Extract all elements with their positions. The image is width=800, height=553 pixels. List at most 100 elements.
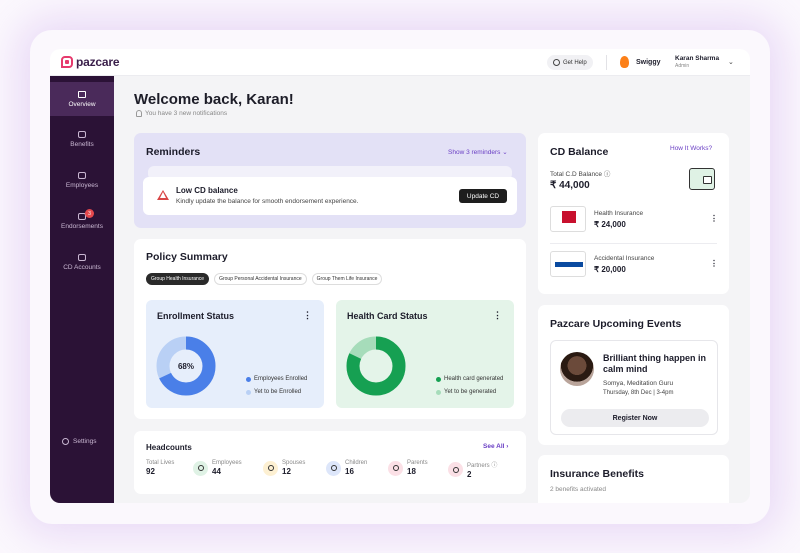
notifications-text: You have 3 new notifications [145, 110, 228, 117]
show-reminders-link[interactable]: Show 3 reminders ⌄ [448, 148, 508, 156]
headcount-value: 2 [467, 470, 472, 479]
app-window: pazcare Get Help Swiggy Karan Sharma Adm… [50, 49, 750, 503]
warning-icon [157, 190, 169, 200]
see-all-label: See All [483, 443, 505, 450]
sidebar-item-employees[interactable]: Employees [50, 163, 114, 197]
chip-group-personal-accidental[interactable]: Group Personal Accidental Insurance [214, 273, 307, 285]
chip-group-term-life[interactable]: Group Them Life Insurance [311, 273, 383, 285]
get-help-label: Get Help [563, 59, 587, 66]
headcount-total-lives: Total Lives 92 [146, 460, 174, 476]
sidebar-item-endorsements[interactable]: 3 Endorsements [50, 204, 114, 238]
chevron-right-icon: › [506, 443, 509, 450]
info-icon[interactable]: ⓘ [604, 171, 611, 178]
update-cd-button[interactable]: Update CD [459, 189, 507, 203]
page-title: Welcome back, Karan! [134, 91, 294, 108]
pazcare-logo-icon [61, 56, 73, 68]
cd-account-row: Accidental Insurance ₹ 20,000 ⋮ [550, 249, 718, 281]
event-time: Thursday, 8th Dec | 3-4pm [603, 390, 674, 396]
cd-balance-card: CD Balance How It Works? Total C.D Balan… [538, 133, 729, 294]
brand-name: pazcare [76, 55, 120, 69]
info-icon[interactable]: ⓘ [491, 463, 497, 469]
wallet-icon [689, 168, 715, 190]
see-all-link[interactable]: See All › [483, 443, 508, 450]
health-card-status-card: Health Card Status ⋮ Health card generat… [336, 300, 514, 408]
legend-dot [436, 389, 441, 395]
legend-dot [246, 376, 251, 382]
sidebar-item-benefits[interactable]: Benefits [50, 122, 114, 156]
users-icon [78, 171, 86, 179]
pazcare-logo[interactable]: pazcare [61, 55, 119, 69]
more-options-icon[interactable]: ⋮ [303, 310, 312, 321]
legend-label: Employees Enrolled [254, 376, 308, 382]
upcoming-events-card: Pazcare Upcoming Events Brilliant thing … [538, 305, 729, 445]
sidebar-item-overview[interactable]: Overview [50, 82, 114, 116]
aditya-birla-logo [550, 206, 586, 232]
register-now-button[interactable]: Register Now [561, 409, 709, 427]
gear-icon [62, 438, 69, 445]
user-menu[interactable]: Karan Sharma Admin [675, 55, 719, 69]
legend-dot [246, 389, 251, 395]
bell-icon [136, 110, 142, 117]
headcount-label: Parents [407, 460, 428, 466]
headcount-label: Partners ⓘ [467, 463, 498, 469]
company-switcher[interactable]: Swiggy [620, 56, 661, 68]
more-options-icon[interactable]: ⋮ [710, 214, 718, 223]
cd-account-amount: ₹ 24,000 [594, 220, 626, 229]
chat-icon [553, 59, 560, 66]
enrollment-status-card: Enrollment Status ⋮ 68% Employees Enroll… [146, 300, 324, 408]
legend-pending: Yet to be Enrolled [246, 389, 301, 395]
cd-account-name: Health Insurance [594, 210, 644, 217]
policy-summary-title: Policy Summary [146, 251, 228, 263]
legend-label: Health card generated [444, 376, 504, 382]
headcount-employees: Employees 44 [193, 460, 242, 476]
headcount-children: Children 16 [326, 460, 367, 476]
event-headline: Brilliant thing happen in calm mind [603, 353, 706, 374]
home-icon [78, 90, 86, 98]
get-help-button[interactable]: Get Help [547, 55, 593, 70]
legend-label: Yet to be generated [444, 389, 497, 395]
sidebar-item-label: CD Accounts [63, 263, 101, 271]
headcount-parents: Parents 18 [388, 460, 428, 476]
health-card-donut [346, 336, 406, 396]
headcount-value: 16 [345, 467, 354, 476]
reminder-title: Low CD balance [176, 186, 238, 195]
event-item: Brilliant thing happen in calm mind Somy… [550, 340, 718, 435]
sidebar-item-label: Employees [65, 181, 99, 189]
notifications-link[interactable]: You have 3 new notifications [136, 110, 227, 117]
health-card-status-title: Health Card Status [347, 311, 428, 321]
endorsements-badge: 3 [85, 209, 94, 218]
partner-icon [448, 462, 463, 477]
employee-icon [193, 460, 208, 476]
headcount-label: Total Lives [146, 460, 175, 466]
user-name: Karan Sharma [675, 55, 720, 62]
enrollment-percent: 68% [178, 362, 194, 371]
user-role: Admin [675, 63, 690, 69]
cd-total-value: ₹ 44,000 [550, 180, 590, 191]
cd-account-amount: ₹ 20,000 [594, 265, 626, 274]
headcount-label: Employees [212, 460, 242, 466]
headcount-value: 92 [146, 467, 155, 476]
chevron-down-icon[interactable]: ⌄ [728, 58, 734, 66]
more-options-icon[interactable]: ⋮ [710, 259, 718, 268]
legend-generated: Health card generated [436, 376, 503, 382]
chip-group-health[interactable]: Group Health Insurance [146, 273, 210, 285]
headcount-label: Children [345, 460, 368, 466]
headcount-partners: Partners ⓘ 2 [448, 460, 497, 479]
swiggy-logo-icon [620, 56, 629, 68]
legend-enrolled: Employees Enrolled [246, 376, 307, 382]
how-it-works-link[interactable]: How It Works? [670, 145, 712, 152]
sidebar-item-label: Overview [68, 100, 96, 108]
company-name: Swiggy [636, 58, 661, 66]
show-reminders-label: Show 3 reminders [448, 149, 501, 156]
bajaj-allianz-logo [550, 251, 586, 277]
sidebar-item-settings[interactable]: Settings [62, 438, 97, 445]
sidebar-item-cd-accounts[interactable]: CD Accounts [50, 245, 114, 279]
child-icon [326, 460, 341, 476]
gift-icon [78, 130, 86, 138]
cd-balance-title: CD Balance [550, 146, 609, 158]
events-title: Pazcare Upcoming Events [550, 318, 682, 330]
more-options-icon[interactable]: ⋮ [493, 310, 502, 321]
cd-account-name: Accidental Insurance [594, 255, 655, 262]
insurance-benefits-title: Insurance Benefits [550, 468, 644, 480]
legend-label: Yet to be Enrolled [254, 389, 302, 395]
